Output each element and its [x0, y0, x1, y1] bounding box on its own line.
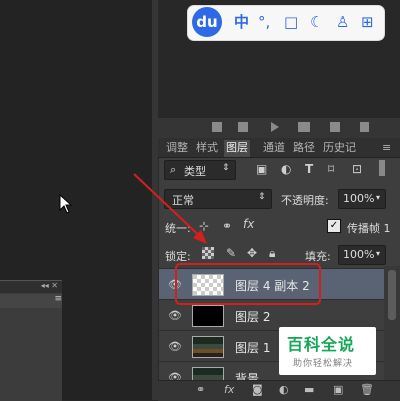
propagate-checkbox[interactable]: ✓ — [327, 219, 341, 233]
brush-icon[interactable]: ✎ — [226, 246, 236, 260]
punctuation-icon[interactable]: °, — [258, 13, 270, 31]
search-icon: ⌕ — [170, 163, 177, 176]
blend-mode-label: 正常 — [172, 194, 194, 207]
adjustment-filter-icon[interactable]: ◐ — [281, 162, 291, 176]
trash-icon[interactable]: 🗑︎ — [360, 383, 374, 396]
user-icon[interactable]: ♙ — [336, 13, 349, 31]
skin-icon[interactable]: □ — [284, 13, 298, 31]
tab-channels[interactable]: 通道 — [263, 140, 285, 157]
new-layer-icon[interactable]: ▣ — [333, 383, 343, 396]
move-icon[interactable]: ✥ — [247, 246, 257, 260]
lock-transparency-icon[interactable] — [202, 247, 214, 259]
opacity-value: 100% — [343, 192, 375, 205]
adjustment-icon[interactable]: ◐ — [279, 383, 289, 396]
trash-icon[interactable] — [360, 122, 369, 132]
chevron-updown-icon: ⇕ — [258, 192, 266, 202]
fill-label: 填充: — [305, 250, 331, 263]
shape-filter-icon[interactable]: ⌑ — [328, 162, 334, 176]
layer-name[interactable]: 图层 4 副本 2 — [235, 277, 310, 294]
collapse-close-icons[interactable]: ◂◂ ✕ — [41, 281, 58, 290]
layer-thumbnail — [192, 336, 224, 358]
chinese-mode-icon[interactable]: 中 — [234, 13, 249, 31]
watermark-title: 百科全说 — [287, 335, 356, 354]
blend-mode-select[interactable]: 正常 ⇕ — [164, 189, 272, 209]
folder-icon[interactable] — [298, 122, 310, 132]
watermark-subtitle: 助你轻松解决 — [293, 359, 354, 369]
fill-value: 100% — [343, 248, 375, 261]
layer-name[interactable]: 图层 1 — [235, 339, 270, 356]
fx-icon[interactable]: fx — [224, 383, 234, 396]
lock-icon[interactable]: 🔒︎ — [269, 246, 275, 260]
unify-style-icon[interactable]: fx — [243, 217, 254, 231]
filter-toggle[interactable] — [379, 160, 385, 176]
opacity-field[interactable]: 100% ▾ — [338, 189, 386, 209]
collapsed-panel: ◂◂ ✕ ≡ — [0, 280, 62, 401]
new-item-icon[interactable] — [330, 122, 340, 132]
layer-thumbnail — [192, 367, 224, 381]
collapsed-panel-menu[interactable]: ≡ — [0, 294, 62, 308]
tab-layers[interactable]: 图层 — [224, 140, 250, 157]
eye-icon[interactable]: 👁︎ — [168, 278, 182, 291]
group-icon[interactable]: ▬ — [304, 383, 314, 396]
layers-scrollbar[interactable] — [384, 266, 400, 380]
opacity-label: 不透明度: — [281, 194, 329, 207]
tab-history[interactable]: 历史记 — [323, 140, 356, 157]
filter-type-label: 类型 — [184, 165, 206, 178]
fill-field[interactable]: 100% ▾ — [338, 245, 386, 265]
chevron-down-icon[interactable]: ▾ — [376, 193, 380, 202]
panel-menu-icon[interactable]: ≡ — [382, 140, 391, 157]
baidu-logo[interactable]: du — [192, 7, 222, 37]
layer-name[interactable]: 图层 2 — [235, 308, 270, 325]
scrollbar-thumb[interactable] — [388, 270, 396, 320]
unify-position-icon[interactable]: ⊹ — [199, 219, 209, 233]
play-icon[interactable] — [270, 121, 280, 133]
propagate-label: 传播帧 1 — [347, 222, 391, 235]
stop-icon[interactable] — [212, 122, 222, 132]
stop-icon[interactable] — [238, 122, 248, 132]
layer-thumbnail — [192, 274, 224, 296]
eye-icon[interactable]: 👁︎ — [168, 309, 182, 322]
panel-menu-icon[interactable]: ≡ — [54, 294, 62, 304]
tab-styles[interactable]: 样式 — [196, 140, 218, 157]
tab-paths[interactable]: 路径 — [293, 140, 315, 157]
layer-thumbnail — [192, 305, 224, 327]
mask-icon[interactable]: ◙ — [252, 383, 263, 396]
link-icon[interactable]: ⚭ — [196, 383, 205, 396]
unify-label: 统一: — [165, 222, 191, 235]
grid-menu-icon[interactable]: ⊞ — [361, 13, 374, 31]
eye-icon[interactable]: 👁︎ — [168, 340, 182, 353]
collapsed-panel-header[interactable]: ◂◂ ✕ — [0, 281, 62, 293]
layer-filter-select[interactable]: ⌕ 类型 ⇕ — [164, 160, 236, 180]
image-filter-icon[interactable]: ▣ — [256, 162, 267, 176]
chevron-down-icon[interactable]: ▾ — [376, 249, 380, 258]
moon-icon[interactable]: ☾ — [310, 13, 323, 31]
mouse-cursor-icon — [59, 194, 73, 214]
unify-visibility-icon[interactable]: ⚭ — [222, 219, 232, 233]
smart-object-filter-icon[interactable]: ⊡ — [352, 162, 362, 176]
tab-adjustments[interactable]: 调整 — [166, 140, 188, 157]
lock-label: 锁定: — [165, 250, 191, 263]
type-filter-icon[interactable]: T — [305, 162, 313, 176]
layer-row-selected[interactable]: 👁︎ 图层 4 副本 2 — [159, 268, 384, 300]
chevron-updown-icon: ⇕ — [222, 163, 230, 173]
